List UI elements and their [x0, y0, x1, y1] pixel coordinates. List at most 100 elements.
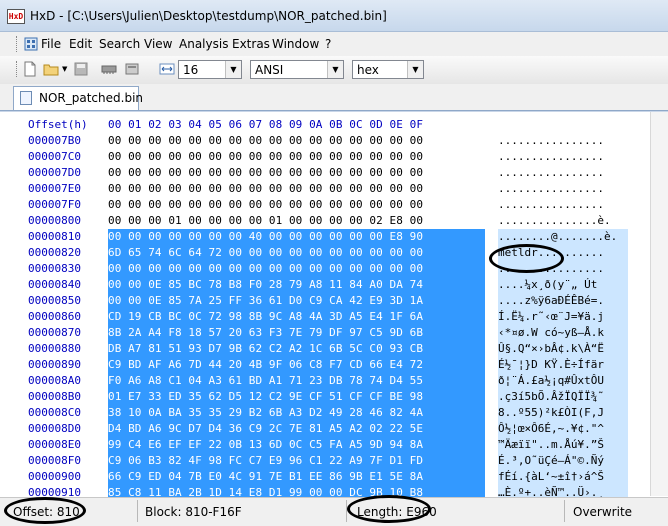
chevron-down-icon[interactable]: ▼ — [327, 61, 343, 78]
save-icon[interactable] — [73, 61, 89, 77]
offset-base-select[interactable]: hex ▼ — [352, 60, 424, 79]
row-hex-bytes[interactable]: 00 00 00 00 00 00 00 00 00 00 00 00 00 0… — [108, 261, 485, 277]
file-icon — [20, 91, 32, 105]
row-hex-bytes[interactable]: 01 E7 33 ED 35 62 D5 12 C2 9E CF 51 CF C… — [108, 389, 485, 405]
window-title: HxD - [C:\Users\Julien\Desktop\testdump\… — [30, 9, 387, 23]
menu-edit[interactable]: Edit — [69, 37, 92, 51]
row-ascii[interactable]: fÉí.{àL‘~±î†›á^Š — [498, 469, 628, 485]
row-offset: 000007E0 — [28, 182, 81, 195]
row-ascii[interactable]: 8..º55)²k£ÒI(F‚J — [498, 405, 628, 421]
status-mode[interactable]: Overwrite — [573, 505, 632, 519]
hex-row: 000007E0 00 00 00 00 00 00 00 00 00 00 00… — [0, 181, 640, 197]
row-ascii[interactable]: Ô½¦œ×Ô6É,~.¥¢."^ — [498, 421, 628, 437]
row-hex-bytes[interactable]: F0 A6 A8 C1 04 A3 61 BD A1 71 23 DB 78 7… — [108, 373, 485, 389]
hex-row: 00000900 66 C9 ED 04 7B E0 4C 91 7E B1 EE… — [0, 469, 640, 485]
row-hex-bytes[interactable]: 00 00 00 00 00 00 00 40 00 00 00 00 00 0… — [108, 229, 485, 245]
hex-row: 00000820 6D 65 74 6C 64 72 00 00 00 00 00… — [0, 245, 640, 261]
chevron-down-icon[interactable]: ▼ — [225, 61, 241, 78]
row-ascii[interactable]: ð¦¨Á.£a½¡q#ÛxtÔU — [498, 373, 628, 389]
row-hex-bytes[interactable]: 00 00 00 00 00 00 00 00 00 00 00 00 00 0… — [108, 133, 485, 149]
hex-row: 000008A0 F0 A6 A8 C1 04 A3 61 BD A1 71 23… — [0, 373, 640, 389]
tab-nor-patched[interactable]: NOR_patched.bin — [13, 86, 143, 110]
row-ascii[interactable]: ................ — [498, 197, 628, 213]
charset-select[interactable]: ANSI ▼ — [250, 60, 344, 79]
menu-view[interactable]: View — [144, 37, 172, 51]
row-ascii[interactable]: É½¯¦}D KŸ.È÷Ífär — [498, 357, 628, 373]
new-file-icon[interactable] — [22, 61, 38, 77]
hxd-app-icon[interactable]: HxD — [7, 9, 25, 24]
menu-analysis[interactable]: Analysis — [179, 37, 228, 51]
menu-search[interactable]: Search — [99, 37, 140, 51]
menu-help[interactable]: ? — [325, 37, 331, 51]
ram-editor-icon[interactable] — [101, 61, 117, 77]
row-offset: 00000890 — [28, 358, 81, 371]
bytes-per-row-value: 16 — [183, 63, 199, 77]
disk-editor-icon[interactable] — [124, 61, 140, 77]
row-hex-bytes[interactable]: CD 19 CB BC 0C 72 98 8B 9C A8 4A 3D A5 E… — [108, 309, 485, 325]
row-hex-bytes[interactable]: 66 C9 ED 04 7B E0 4C 91 7E B1 EE 86 9B E… — [108, 469, 485, 485]
row-hex-bytes[interactable]: 00 00 0E 85 7A 25 FF 36 61 D0 C9 CA 42 E… — [108, 293, 485, 309]
menu-file[interactable]: File — [41, 37, 61, 51]
row-offset: 000008E0 — [28, 438, 81, 451]
row-hex-bytes[interactable]: C9 BD AF A6 7D 44 20 4B 9F 06 C8 F7 CD 6… — [108, 357, 485, 373]
row-ascii[interactable]: ‹*¤ø.W có~yß—Å.k — [498, 325, 628, 341]
row-hex-bytes[interactable]: DB A7 81 51 93 D7 9B 62 C2 A2 1C 6B 5C C… — [108, 341, 485, 357]
row-ascii[interactable]: Û§.Q“×›bÂ¢.k\À“Ë — [498, 341, 628, 357]
row-hex-bytes[interactable]: 00 00 0E 85 BC 78 B8 F0 28 79 A8 11 84 A… — [108, 277, 485, 293]
open-dropdown-icon[interactable]: ▼ — [62, 65, 67, 73]
hex-editor[interactable]: Offset(h) 00 01 02 03 04 05 06 07 08 09 … — [0, 111, 668, 501]
row-ascii[interactable]: Í.Ë¼.r˜‹œ¨J=¥ä.j — [498, 309, 628, 325]
row-hex-bytes[interactable]: 00 00 00 00 00 00 00 00 00 00 00 00 00 0… — [108, 181, 485, 197]
hex-row: 000008D0 D4 BD A6 9C D7 D4 36 C9 2C 7E 81… — [0, 421, 640, 437]
row-ascii[interactable]: ................ — [498, 261, 628, 277]
row-offset: 000008D0 — [28, 422, 81, 435]
row-ascii[interactable]: ...............è. — [498, 213, 628, 229]
hex-row: 00000890 C9 BD AF A6 7D 44 20 4B 9F 06 C8… — [0, 357, 640, 373]
vertical-scrollbar[interactable] — [650, 112, 668, 496]
row-ascii[interactable]: É.³‚O˜üÇé–Á"©.Ñý — [498, 453, 628, 469]
row-ascii[interactable]: ....¼x¸ð(y¨„ Út — [498, 277, 628, 293]
tab-label: NOR_patched.bin — [39, 91, 144, 105]
row-offset: 000008C0 — [28, 406, 81, 419]
menu-window[interactable]: Window — [272, 37, 319, 51]
charset-value: ANSI — [255, 63, 284, 77]
document-menu-icon[interactable] — [24, 37, 38, 51]
hex-row: 000007C0 00 00 00 00 00 00 00 00 00 00 00… — [0, 149, 640, 165]
status-divider — [346, 500, 347, 522]
row-hex-bytes[interactable]: C9 06 B3 82 4F 98 FC C7 E9 96 C1 22 A9 7… — [108, 453, 485, 469]
row-ascii[interactable]: .ç3í5bÕ.ÂžÏQÏÏ¾˜ — [498, 389, 628, 405]
row-ascii[interactable]: ........@.......è. — [498, 229, 628, 245]
row-ascii[interactable]: ................ — [498, 181, 628, 197]
row-ascii[interactable]: metldr.......... — [498, 245, 628, 261]
hex-row: 00000800 00 00 00 01 00 00 00 00 01 00 00… — [0, 213, 640, 229]
row-hex-bytes[interactable]: D4 BD A6 9C D7 D4 36 C9 2C 7E 81 A5 A2 0… — [108, 421, 485, 437]
row-hex-bytes[interactable]: 00 00 00 01 00 00 00 00 01 00 00 00 00 0… — [108, 213, 485, 229]
status-divider — [564, 500, 565, 522]
row-ascii[interactable]: ................ — [498, 133, 628, 149]
chevron-down-icon[interactable]: ▼ — [407, 61, 423, 78]
row-hex-bytes[interactable]: 99 C4 E6 EF EF 22 0B 13 6D 0C C5 FA A5 9… — [108, 437, 485, 453]
hex-row: 00000810 00 00 00 00 00 00 00 40 00 00 00… — [0, 229, 640, 245]
open-file-icon[interactable] — [43, 61, 59, 77]
row-ascii[interactable]: ....z%ÿ6aÐÉÊBé=. — [498, 293, 628, 309]
hex-row: 00000880 DB A7 81 51 93 D7 9B 62 C2 A2 1C… — [0, 341, 640, 357]
offset-base-value: hex — [357, 63, 379, 77]
menu-extras[interactable]: Extras — [232, 37, 270, 51]
row-hex-bytes[interactable]: 00 00 00 00 00 00 00 00 00 00 00 00 00 0… — [108, 165, 485, 181]
row-hex-bytes[interactable]: 38 10 0A BA 35 35 29 B2 6B A3 D2 49 28 4… — [108, 405, 485, 421]
row-ascii[interactable]: ................ — [498, 165, 628, 181]
row-hex-bytes[interactable]: 00 00 00 00 00 00 00 00 00 00 00 00 00 0… — [108, 149, 485, 165]
row-ascii[interactable]: ™Äæïï"..m.Åú¥.”Š — [498, 437, 628, 453]
row-offset: 00000900 — [28, 470, 81, 483]
bytes-per-row-select[interactable]: 16 ▼ — [178, 60, 242, 79]
status-bar — [0, 497, 668, 526]
toolbar-grip — [16, 61, 21, 77]
row-hex-bytes[interactable]: 8B 2A A4 F8 18 57 20 63 F3 7E 79 DF 97 C… — [108, 325, 485, 341]
hex-row: 00000830 00 00 00 00 00 00 00 00 00 00 00… — [0, 261, 640, 277]
row-hex-bytes[interactable]: 00 00 00 00 00 00 00 00 00 00 00 00 00 0… — [108, 197, 485, 213]
hex-row: 000008B0 01 E7 33 ED 35 62 D5 12 C2 9E CF… — [0, 389, 640, 405]
hex-row: 00000860 CD 19 CB BC 0C 72 98 8B 9C A8 4A… — [0, 309, 640, 325]
row-ascii[interactable]: ................ — [498, 149, 628, 165]
row-hex-bytes[interactable]: 6D 65 74 6C 64 72 00 00 00 00 00 00 00 0… — [108, 245, 485, 261]
row-offset: 00000880 — [28, 342, 81, 355]
